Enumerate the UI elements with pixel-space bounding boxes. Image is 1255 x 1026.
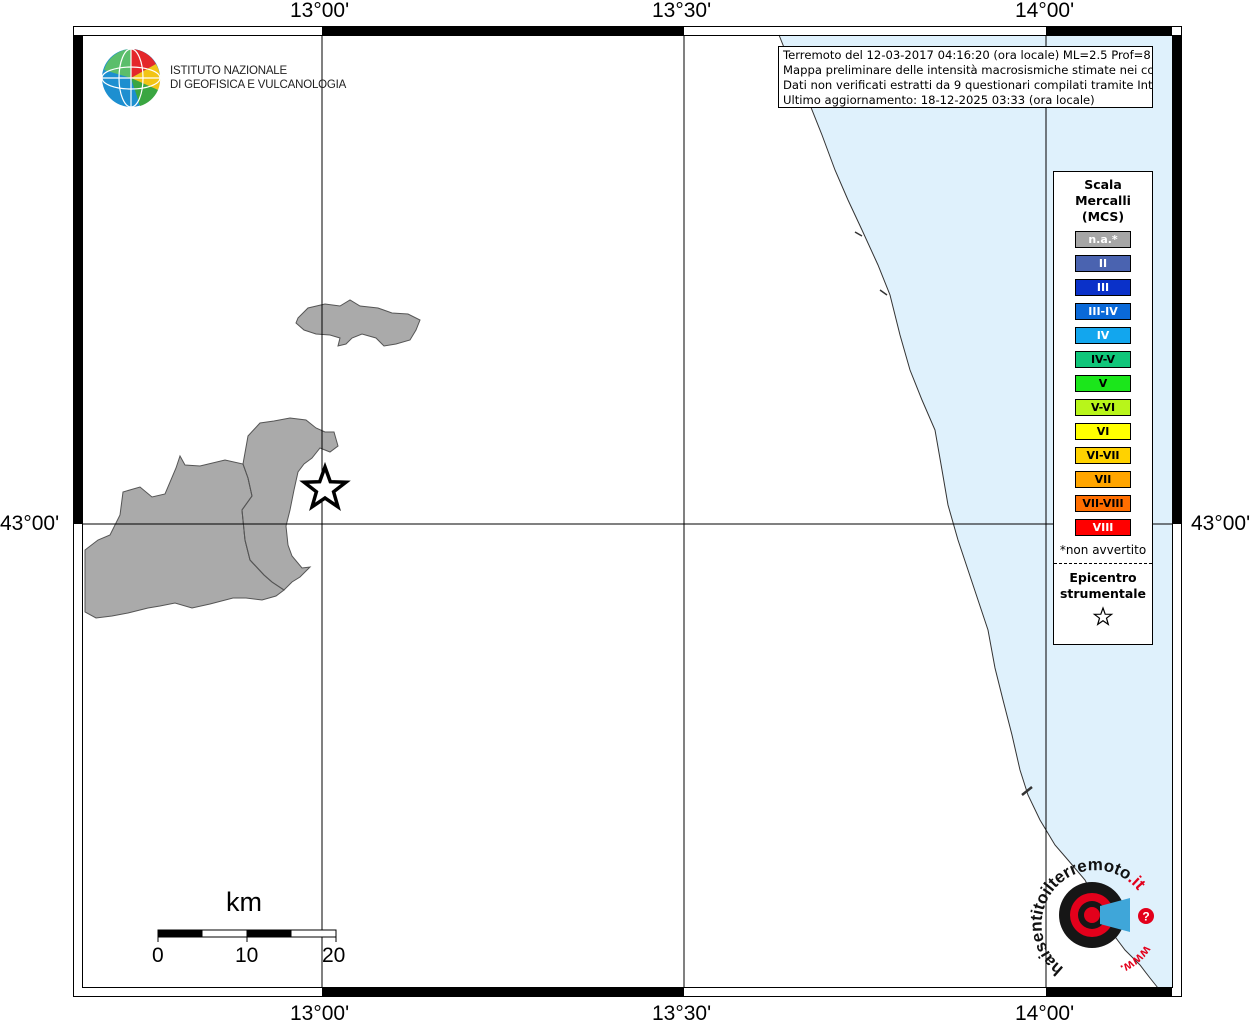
legend-title-text: Scala Mercalli (MCS) (1075, 177, 1131, 224)
event-info-line3: Dati non verificati estratti da 9 questi… (783, 78, 1153, 92)
land-east (241, 417, 339, 591)
legend-item-1: II (1075, 255, 1131, 272)
legend-divider (1054, 563, 1152, 564)
legend-epicenter-text: Epicentro strumentale (1059, 570, 1147, 601)
legend-note: *non avvertito (1059, 543, 1147, 557)
legend-item-5: IV-V (1075, 351, 1131, 368)
lon-label-top-14-00: 14°00' (1015, 0, 1075, 22)
ingv-globe-icon (101, 48, 161, 108)
epicenter-star-icon (299, 461, 351, 511)
lon-label-bottom-13-00: 13°00' (290, 1002, 350, 1025)
legend-item-2: III (1075, 279, 1131, 296)
legend-item-7: V-VI (1075, 399, 1131, 416)
ingv-logo-text: ISTITUTO NAZIONALE DI GEOFISICA E VULCAN… (170, 64, 346, 92)
lon-label-top-13-00: 13°00' (290, 0, 350, 22)
legend-items: n.a.* II III III-IV IV IV-V V V-VI VI VI-VII VII VI… (1054, 231, 1152, 536)
lon-label-bottom-13-30: 13°30' (652, 1002, 712, 1025)
lat-label-left-43-00: 43°00' (0, 512, 60, 535)
scale-bar (157, 929, 337, 942)
legend-item-3: III-IV (1075, 303, 1131, 320)
lon-label-bottom-14-00: 14°00' (1015, 1002, 1075, 1025)
legend-epicenter-label: Epicentro strumentale (1054, 570, 1152, 602)
event-info-box: Terremoto del 12-03-2017 04:16:20 (ora l… (778, 46, 1153, 108)
legend-star-icon (1054, 606, 1152, 632)
legend-item-4: IV (1075, 327, 1131, 344)
ingv-logo-line1: ISTITUTO NAZIONALE (170, 65, 287, 77)
legend-item-8: VI (1075, 423, 1131, 440)
coast-pier (879, 289, 888, 296)
legend-item-0: n.a.* (1075, 231, 1131, 248)
event-info-line2: Mappa preliminare delle intensità macros… (783, 63, 1153, 77)
scale-tick-20: 20 (322, 944, 346, 967)
legend-item-10: VII (1075, 471, 1131, 488)
intensity-legend: Scala Mercalli (MCS) n.a.* II III III-IV IV I… (1053, 171, 1153, 645)
scale-tick-0: 0 (152, 944, 164, 967)
badge-question: ? (1142, 910, 1149, 924)
event-info-line1: Terremoto del 12-03-2017 04:16:20 (ora l… (783, 48, 1153, 62)
coast-pier (854, 231, 863, 237)
lat-label-right-43-00: 43°00' (1191, 512, 1251, 535)
legend-item-12: VIII (1075, 519, 1131, 536)
ingv-logo-line2: DI GEOFISICA E VULCANOLOGIA (170, 79, 347, 91)
scale-unit: km (226, 887, 262, 917)
legend-item-6: V (1075, 375, 1131, 392)
legend-title: Scala Mercalli (MCS) (1054, 177, 1152, 225)
lon-label-top-13-30: 13°30' (652, 0, 712, 22)
land-north (295, 299, 421, 347)
event-info-line4: Ultimo aggiornamento: 18-12-2025 03:33 (… (783, 93, 1095, 107)
legend-item-11: VII-VIII (1075, 495, 1131, 512)
legend-item-9: VI-VII (1075, 447, 1131, 464)
scale-tick-10: 10 (235, 944, 259, 967)
